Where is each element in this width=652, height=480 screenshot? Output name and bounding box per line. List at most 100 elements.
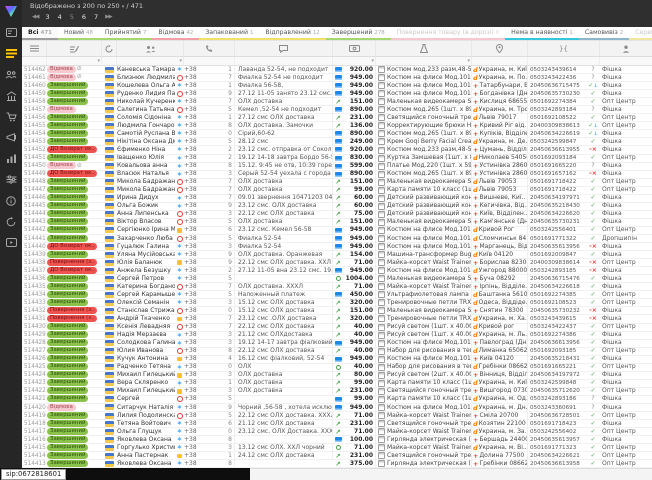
edit-icon[interactable] (47, 41, 102, 56)
comment-text: ОЛХ (235, 363, 333, 371)
video-icon[interactable] (0, 232, 22, 253)
customers-icon[interactable] (117, 41, 184, 56)
phone-number: +38 (184, 162, 224, 170)
shop-name: Опт Центр (600, 347, 652, 355)
orders-icon[interactable] (0, 43, 22, 64)
phone-number: +38 (184, 283, 224, 291)
cod-payment-icon: ↗ (335, 186, 340, 194)
tab-Повернення товару (в дорозі)[interactable]: Повернення товару (в дорозі) 0 (391, 27, 505, 40)
tab-Завершений[interactable]: Завершений 278 (326, 27, 391, 40)
order-id: 514446 (22, 194, 47, 202)
tracking-icon[interactable]: }{ (528, 41, 600, 56)
product-icon[interactable] (376, 41, 472, 56)
last-page-button[interactable]: ▶▶ (105, 12, 111, 23)
info-icon[interactable] (0, 190, 22, 211)
filters-icon[interactable] (0, 169, 22, 190)
product-filter-dropdown[interactable]: ▾ (467, 57, 470, 65)
refresh-icon[interactable] (102, 41, 117, 56)
first-page-button[interactable]: ◀◀ (32, 12, 38, 23)
comment-text: ОЛХ доставка (235, 178, 333, 186)
tab-Всі[interactable]: Всі 471 (22, 27, 58, 40)
delivery-address: Снятин 78300 (479, 307, 523, 315)
comment-icon[interactable] (235, 41, 333, 56)
phone-number: +38 (184, 259, 224, 267)
status-filter-dropdown[interactable]: ▾ (97, 57, 100, 65)
status-cell: Завершений (47, 452, 102, 460)
tab-Сервіси[interactable]: Сервіси 0 (629, 27, 652, 40)
country-flag-cell (102, 91, 117, 97)
page-3[interactable]: 3 (45, 12, 49, 23)
company-icon[interactable] (0, 85, 22, 106)
phone-status-cell (175, 91, 184, 97)
phone-number: +38 (184, 267, 224, 275)
tab-Відправлений[interactable]: Відправлений 12 (259, 27, 325, 40)
manager-icon[interactable] (600, 41, 652, 56)
page-4[interactable]: 4 (58, 12, 62, 23)
customer-name: Ксенія Левадняя (117, 323, 175, 331)
page-6[interactable]: 6 (82, 12, 86, 23)
delivery-cell: +Павлоград (Дні.. (472, 339, 528, 347)
country-flag-cell (102, 67, 117, 73)
phone-status-cell (175, 187, 184, 193)
status-cell: ДО Возврат ок.. (47, 243, 102, 251)
tab-Самовивіз[interactable]: Самовивіз 2 (579, 27, 629, 40)
tab-Запакований[interactable]: Запакований 1 (199, 27, 259, 40)
page-5[interactable]: 5 (70, 12, 74, 23)
product-name: Светящийся гоночный трек Ма.. (387, 387, 472, 395)
country-flag-cell (102, 187, 117, 193)
money-icon[interactable] (333, 41, 376, 56)
blocked-icon: ⊘ (77, 73, 82, 80)
comment-text: 16.12 смс фіалковий, 52-54 (235, 355, 333, 363)
product-cell: Тренировочные петли TRX Trai.. (376, 315, 472, 323)
tracking-number: 0501691665221 (528, 363, 586, 371)
panel-icon[interactable] (0, 22, 22, 43)
order-id: 514460 (22, 82, 47, 90)
country-flag-cell (102, 107, 117, 113)
product-cell: Маленькая видеокамера SQ8 *.. (376, 178, 472, 186)
shop-name: Фішка (600, 307, 652, 315)
customers-icon[interactable] (0, 64, 22, 85)
viber-icon: * (177, 166, 181, 170)
shop-name: Опт Центр (600, 460, 652, 468)
status-badge: Завершений (47, 275, 88, 282)
tracking-number: 0503243439614 (528, 66, 586, 74)
order-id: 514435 (22, 283, 47, 291)
ukraine-flag-icon (105, 461, 114, 467)
comment-text: 21.12 смс ОЛХ доставка (235, 420, 333, 428)
customer-filter-dropdown[interactable]: ▾ (179, 57, 182, 65)
location-icon[interactable] (472, 41, 528, 56)
phone-icon[interactable] (184, 41, 235, 56)
app-window: Відображено з 200 по 250 ▾ / 471 ◀◀ 3456… (0, 0, 652, 468)
phone-status-cell: * (175, 66, 184, 73)
tracking-number: 0501691771323 (528, 444, 586, 452)
tab-Новий[interactable]: Новий 48 (58, 27, 99, 40)
showing-range[interactable]: Відображено з 200 по 250 ▾ / 471 (30, 2, 652, 12)
campaign-icon[interactable] (0, 127, 22, 148)
stats-icon[interactable] (0, 148, 22, 169)
cart-icon[interactable] (0, 106, 22, 127)
country-flag-cell (102, 99, 117, 105)
status-badge: Завершений (47, 412, 88, 419)
sync-icon[interactable] (0, 211, 22, 232)
shop-name: Фішка (600, 267, 652, 275)
payment-filter-dropdown[interactable]: ▾ (371, 57, 374, 65)
tab-Прийнятий[interactable]: Прийнятий 7 (99, 27, 152, 40)
customer-name: Ольга Глущук (117, 428, 175, 436)
status-cell: Відмова⊘ (47, 162, 102, 171)
tracking-number: 20400309838614 (528, 259, 586, 267)
page-7[interactable]: 7 (94, 12, 98, 23)
box-icon (378, 283, 385, 290)
page-size-dropdown-icon[interactable]: ▾ (122, 4, 125, 10)
card-payment-icon (335, 75, 342, 80)
card-payment-icon (335, 131, 342, 136)
tab-Відмова[interactable]: Відмова 42 (152, 27, 199, 40)
list-icon[interactable] (22, 41, 47, 56)
tab-Нема в наявності[interactable]: Нема в наявності 1 (505, 27, 579, 40)
customer-name: Віктор Власов (117, 218, 175, 226)
tracking-number: 0503242556402 (528, 428, 586, 436)
ukraine-flag-icon (105, 155, 114, 161)
card-payment-icon (335, 164, 342, 169)
country-flag-cell (102, 252, 117, 258)
customer-name: Станіслав Стрижак (117, 307, 175, 315)
ukraine-flag-icon (105, 260, 114, 266)
